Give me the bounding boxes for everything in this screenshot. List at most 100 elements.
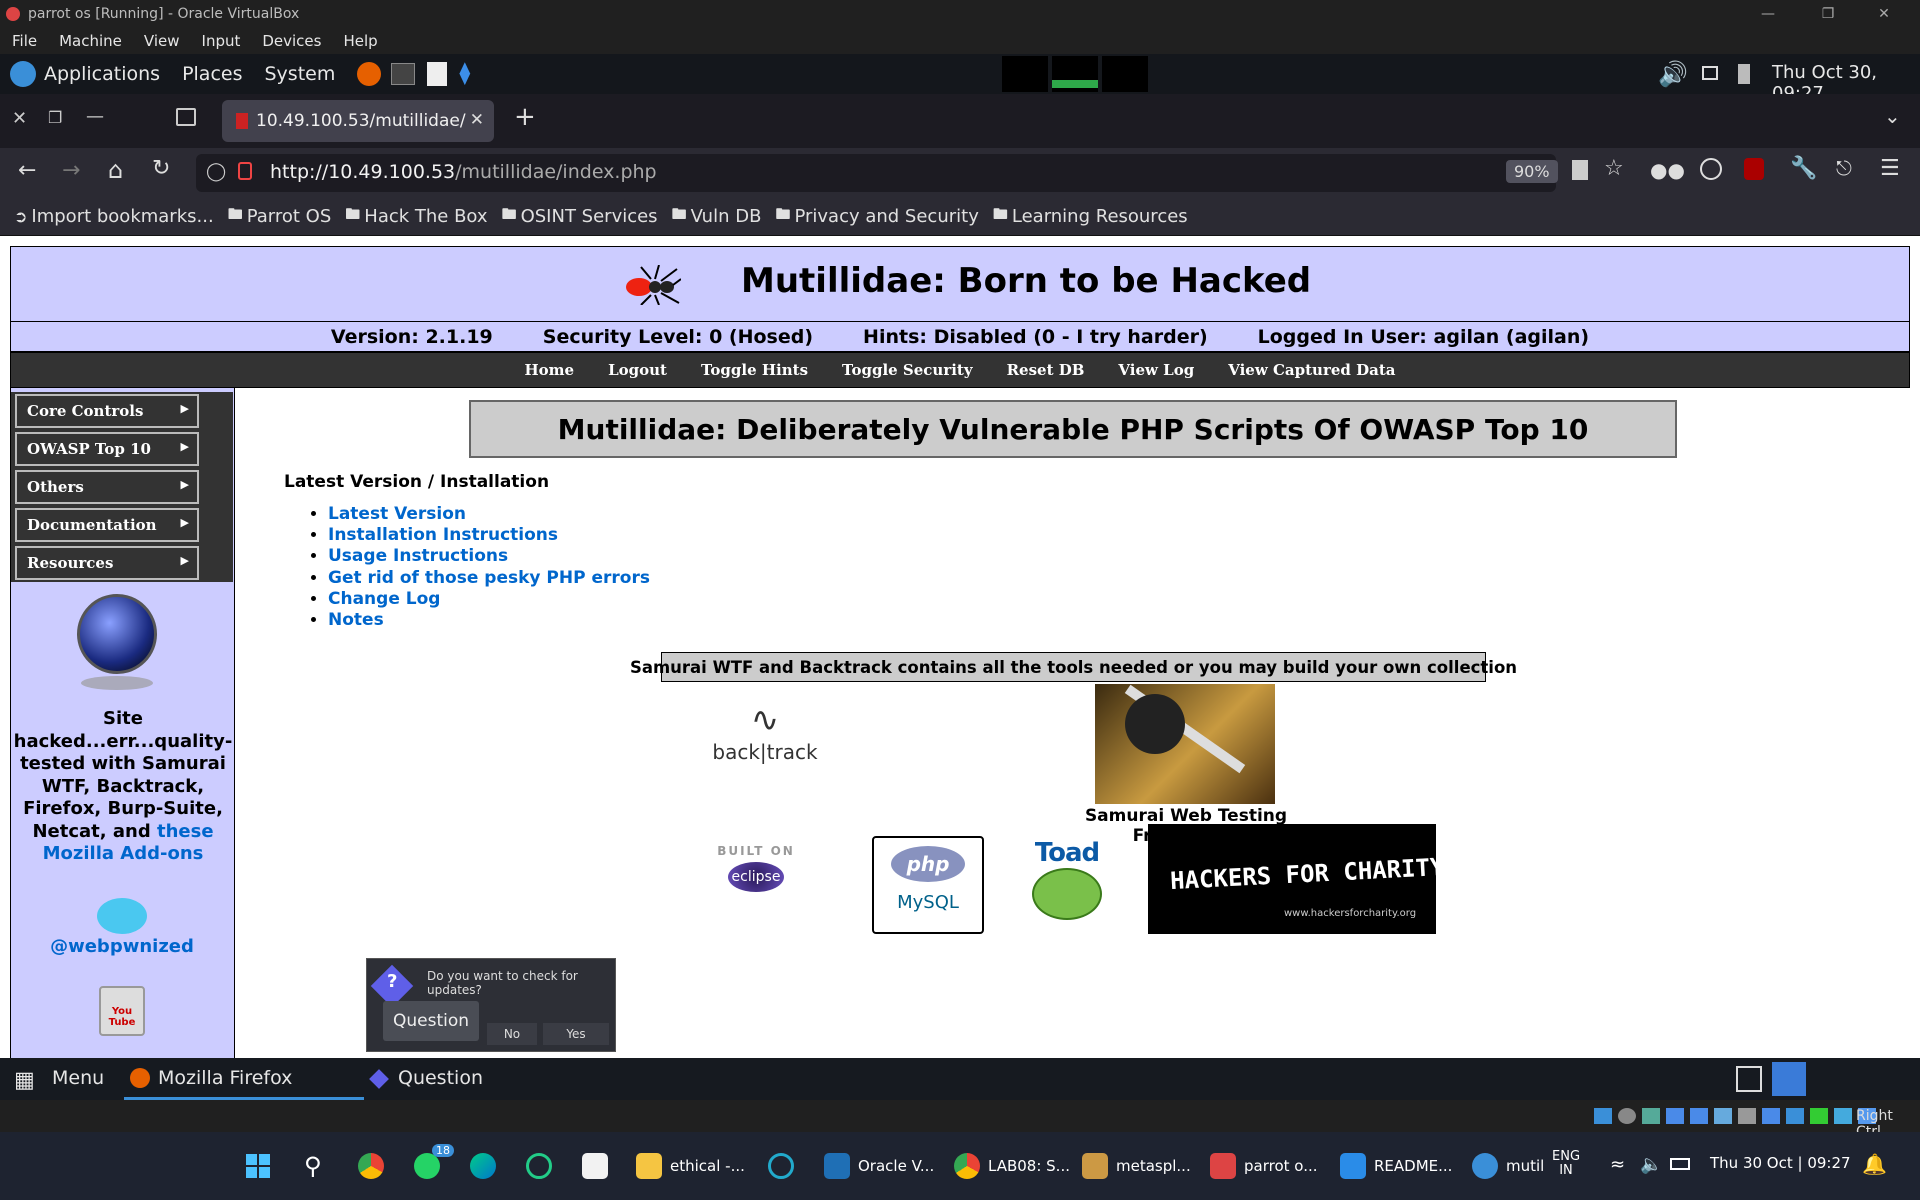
- menu-view-captured-data[interactable]: View Captured Data: [1228, 361, 1395, 379]
- wifi-icon[interactable]: ≈: [1610, 1154, 1625, 1175]
- recording-icon[interactable]: [1762, 1108, 1780, 1124]
- taskbar-app-oracle-vbox[interactable]: Oracle V...: [824, 1132, 934, 1200]
- bookmark-parrot-os[interactable]: Parrot OS: [247, 206, 332, 227]
- workspace-icon[interactable]: [1736, 1066, 1762, 1092]
- taskbar-app-mutil[interactable]: mutil: [1472, 1132, 1544, 1200]
- tab-overview-icon[interactable]: [176, 108, 196, 126]
- installation-instructions-link[interactable]: Installation Instructions: [328, 525, 558, 545]
- bookmark-hack-the-box[interactable]: Hack The Box: [364, 206, 487, 227]
- menu-toggle-security[interactable]: Toggle Security: [842, 361, 973, 379]
- yes-button[interactable]: Yes: [543, 1023, 609, 1045]
- home-button[interactable]: ⌂: [108, 156, 123, 184]
- close-icon[interactable]: ✕: [12, 108, 27, 129]
- twitter-handle-link[interactable]: @webpwnized: [11, 936, 233, 957]
- taskbar-app-readme[interactable]: README...: [1340, 1132, 1452, 1200]
- extensions-icon[interactable]: ⎋: [1836, 156, 1852, 180]
- bookmark-learning[interactable]: Learning Resources: [1012, 206, 1188, 227]
- menu-view[interactable]: View: [144, 32, 180, 50]
- mouse-integration-icon[interactable]: [1810, 1108, 1828, 1124]
- php-mysql-logo[interactable]: php MySQL: [872, 836, 984, 934]
- hdd-icon[interactable]: [1594, 1108, 1612, 1124]
- applications-menu[interactable]: Applications: [44, 63, 160, 85]
- taskbar-clock[interactable]: Thu 30 Oct | 09:27: [1710, 1154, 1851, 1172]
- taskbar-app-lab08[interactable]: LAB08: S...: [954, 1132, 1070, 1200]
- account-icon[interactable]: [1700, 158, 1722, 180]
- optical-drive-icon[interactable]: [1618, 1108, 1636, 1124]
- menu-machine[interactable]: Machine: [59, 32, 122, 50]
- menu-reset-db[interactable]: Reset DB: [1007, 361, 1085, 379]
- tab-close-icon[interactable]: ✕: [470, 110, 484, 130]
- battery-status-icon[interactable]: [1670, 1158, 1690, 1170]
- keyboard-icon[interactable]: [1834, 1108, 1852, 1124]
- cursive-app-icon[interactable]: [768, 1132, 794, 1200]
- taskbar-app-ethical[interactable]: ethical -...: [636, 1132, 745, 1200]
- places-menu[interactable]: Places: [182, 63, 242, 85]
- url-bar[interactable]: ◯ http://10.49.100.53/mutillidae/index.p…: [196, 154, 1558, 192]
- volume-icon[interactable]: 🔊: [1658, 60, 1688, 88]
- usage-instructions-link[interactable]: Usage Instructions: [328, 546, 508, 566]
- terminal-launcher-icon[interactable]: [391, 63, 416, 85]
- back-button[interactable]: ←: [18, 158, 36, 183]
- edge-icon[interactable]: [470, 1132, 496, 1200]
- wrench-icon[interactable]: 🔧: [1790, 156, 1817, 181]
- sidebar-item-others[interactable]: Others ▶: [15, 470, 199, 504]
- bookmark-star-icon[interactable]: ☆: [1604, 156, 1624, 181]
- windows-start-icon[interactable]: [246, 1132, 270, 1200]
- list-tabs-chevron-icon[interactable]: ⌄: [1884, 104, 1901, 128]
- parrot-menu-button[interactable]: Menu: [52, 1067, 104, 1089]
- minimize-button[interactable]: —: [1740, 0, 1796, 28]
- samurai-image[interactable]: [1095, 684, 1275, 804]
- ublock-icon[interactable]: [1744, 158, 1764, 180]
- menu-grid-icon[interactable]: ▦: [14, 1068, 35, 1093]
- menu-logout[interactable]: Logout: [608, 361, 667, 379]
- refresh-app-icon[interactable]: [526, 1132, 552, 1200]
- taskbar-firefox-item[interactable]: Mozilla Firefox: [124, 1058, 364, 1100]
- taskbar-question-item[interactable]: Question: [366, 1058, 566, 1100]
- system-menu[interactable]: System: [264, 63, 335, 85]
- active-tab[interactable]: 10.49.100.53/mutillidae/i ✕: [222, 100, 494, 142]
- youtube-icon[interactable]: You Tube: [99, 986, 145, 1036]
- new-tab-button[interactable]: +: [514, 102, 536, 132]
- php-errors-link[interactable]: Get rid of those pesky PHP errors: [328, 568, 650, 588]
- maximize-button[interactable]: ❐: [1800, 0, 1856, 28]
- cpu-icon[interactable]: [1786, 1108, 1804, 1124]
- shared-folder-icon[interactable]: [1714, 1108, 1732, 1124]
- menu-toggle-hints[interactable]: Toggle Hints: [701, 361, 808, 379]
- menu-input[interactable]: Input: [202, 32, 241, 50]
- bookmark-osint[interactable]: OSINT Services: [521, 206, 658, 227]
- store-icon[interactable]: [582, 1132, 608, 1200]
- bookmark-privacy[interactable]: Privacy and Security: [794, 206, 978, 227]
- sidebar-item-owasp-top-10[interactable]: OWASP Top 10 ▶: [15, 432, 199, 466]
- taskbar-app-metasploit[interactable]: metaspl...: [1082, 1132, 1191, 1200]
- zoom-indicator[interactable]: 90%: [1506, 160, 1558, 183]
- network-icon[interactable]: [1666, 1108, 1684, 1124]
- hamburger-menu-icon[interactable]: ☰: [1880, 156, 1900, 181]
- sidebar-item-documentation[interactable]: Documentation ▶: [15, 508, 199, 542]
- sidebar-item-resources[interactable]: Resources ▶: [15, 546, 199, 580]
- search-icon[interactable]: ⚲: [304, 1132, 322, 1200]
- notification-bell-icon[interactable]: 🔔: [1862, 1152, 1887, 1176]
- vscode-launcher-icon[interactable]: ⧫: [459, 62, 483, 86]
- text-editor-launcher-icon[interactable]: [427, 62, 448, 86]
- whatsapp-icon[interactable]: 18: [414, 1132, 454, 1200]
- owasp-logo-icon[interactable]: [77, 594, 157, 674]
- notes-link[interactable]: Notes: [328, 610, 384, 630]
- insecure-lock-icon[interactable]: [238, 162, 252, 180]
- forward-button[interactable]: →: [62, 158, 80, 183]
- menu-view-log[interactable]: View Log: [1118, 361, 1194, 379]
- twitter-bird-icon[interactable]: [97, 898, 147, 934]
- menu-help[interactable]: Help: [343, 32, 377, 50]
- language-indicator[interactable]: ENG IN: [1552, 1150, 1580, 1178]
- sidebar-item-core-controls[interactable]: Core Controls ▶: [15, 394, 199, 428]
- display-icon[interactable]: [1702, 66, 1718, 80]
- latest-version-link[interactable]: Latest Version: [328, 504, 466, 524]
- audio-icon[interactable]: [1642, 1108, 1660, 1124]
- hackers-for-charity-logo[interactable]: HACKERS FOR CHARITY www.hackersforcharit…: [1148, 824, 1445, 934]
- menu-devices[interactable]: Devices: [262, 32, 321, 50]
- menu-home[interactable]: Home: [525, 361, 575, 379]
- firefox-launcher-icon[interactable]: [357, 62, 382, 86]
- display-status-icon[interactable]: [1738, 1108, 1756, 1124]
- menu-file[interactable]: File: [12, 32, 37, 50]
- minimize-icon[interactable]: —: [86, 106, 104, 127]
- chrome-icon[interactable]: [358, 1132, 384, 1200]
